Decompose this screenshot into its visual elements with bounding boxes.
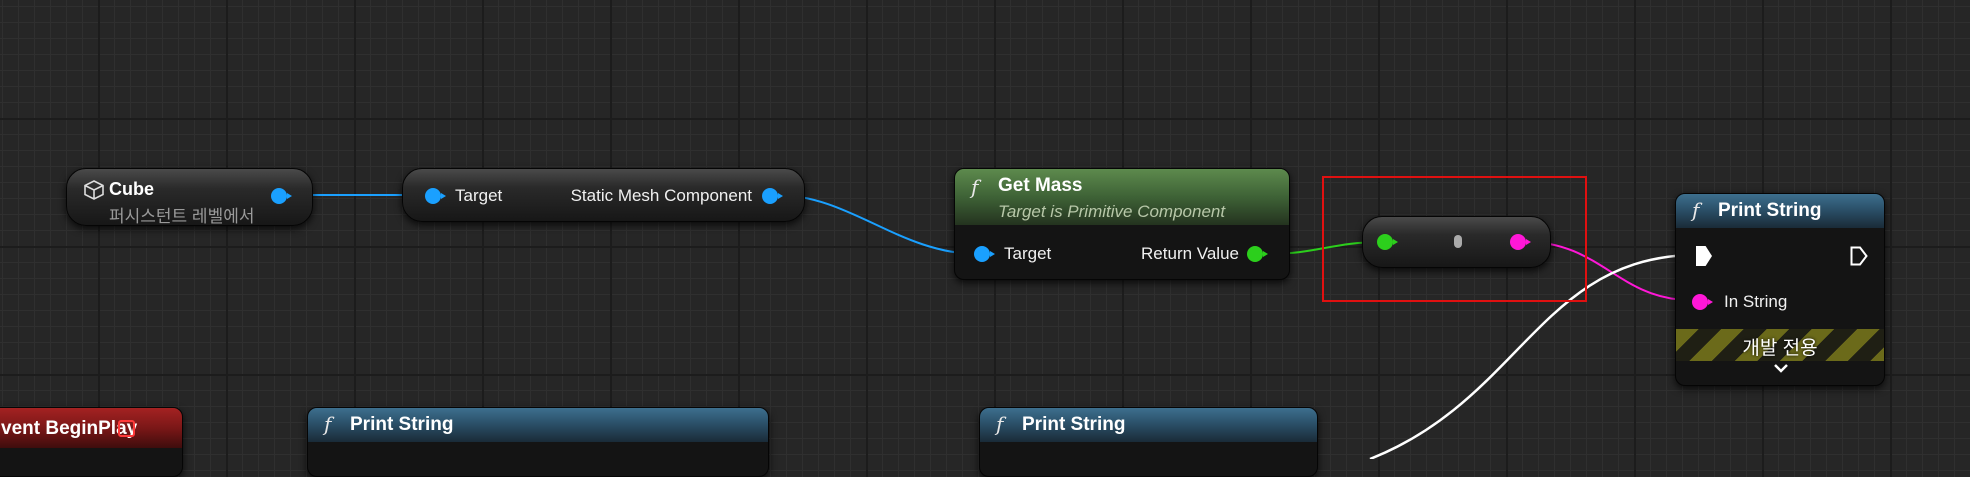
target-input-pin[interactable] [425,188,446,204]
exec-input-pin[interactable] [1696,246,1712,266]
cube-output-pin[interactable] [271,188,292,204]
highlight-box [1322,176,1587,302]
cube-node-subtitle: 퍼시스턴트 레벨에서 [109,207,255,226]
get-mass-title: Get Mass [998,175,1083,196]
return-value-label: Return Value [1141,244,1239,263]
in-string-label: In String [1724,292,1788,311]
function-icon: f [996,412,1004,436]
print-string-title: Print String [1718,200,1822,221]
cube-node-title: Cube [109,179,154,199]
static-mesh-component-pin-label: Static Mesh Component [570,186,752,205]
target-pin-label: Target [455,186,503,205]
print-string-3-header: f Print String [980,408,1317,442]
print-string-2-header: f Print String [308,408,768,442]
event-begin-play-node[interactable]: vent BeginPlay [0,407,183,477]
get-mass-header: f Get Mass Target is Primitive Component [955,169,1289,225]
print-string-node-2[interactable]: f Print String [307,407,769,477]
static-mesh-component-getter-node[interactable]: Target Static Mesh Component [402,168,805,222]
print-string-node-3[interactable]: f Print String [979,407,1318,477]
static-mesh-component-output-pin[interactable] [762,188,783,204]
development-only-banner: 개발 전용 [1676,329,1884,361]
print-string-3-title: Print String [1022,414,1126,435]
development-only-label: 개발 전용 [1742,338,1818,359]
print-string-header: f Print String [1676,194,1884,228]
exec-output-pin[interactable] [1850,246,1868,266]
get-mass-target-label: Target [1004,244,1052,263]
print-string-2-title: Print String [350,414,454,435]
return-value-pin[interactable] [1247,246,1268,262]
in-string-pin[interactable] [1692,294,1713,310]
get-mass-node[interactable]: f Get Mass Target is Primitive Component… [954,168,1290,280]
wire-mesh-to-getmass [776,194,979,255]
event-begin-play-title: vent BeginPlay [1,418,138,439]
function-icon: f [324,412,332,436]
print-string-node[interactable]: f Print String In String 개발 전용 [1675,193,1885,386]
get-mass-target-pin[interactable] [974,246,995,262]
function-icon: f [1692,198,1700,222]
event-begin-play-header: vent BeginPlay [0,408,182,448]
function-icon: f [971,175,979,199]
chevron-down-icon[interactable] [1773,362,1789,376]
cube-reference-node[interactable]: Cube 퍼시스턴트 레벨에서 [66,168,313,226]
event-icon [118,420,135,437]
cube-icon [83,179,105,201]
get-mass-subtitle: Target is Primitive Component [998,202,1226,221]
